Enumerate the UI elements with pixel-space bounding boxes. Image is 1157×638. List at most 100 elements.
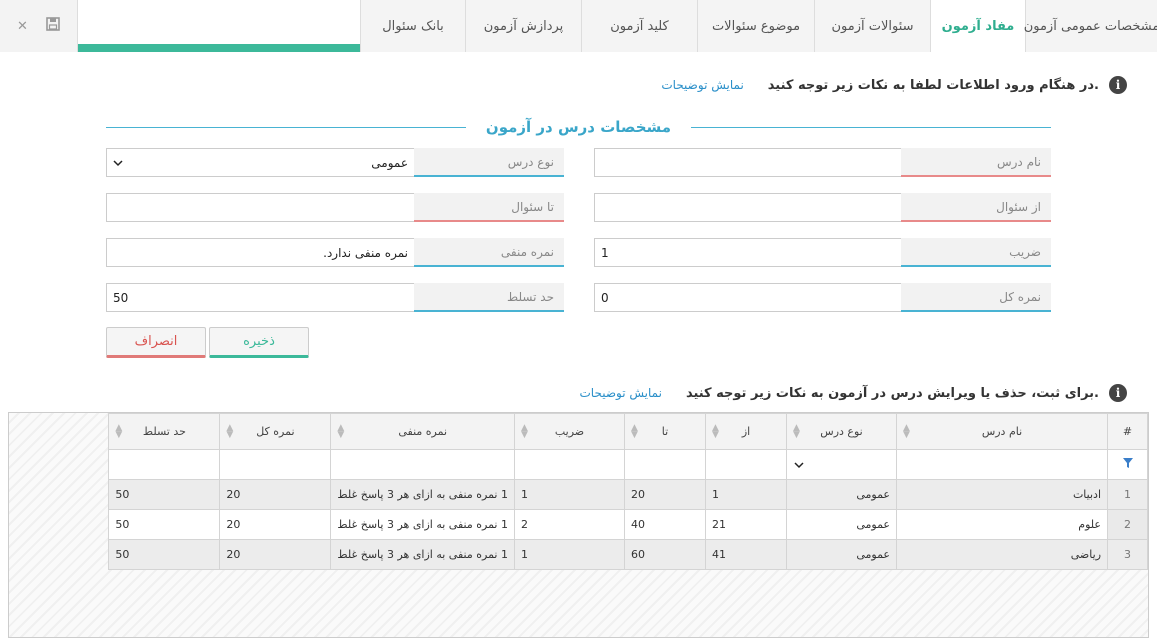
table-cell: 50 xyxy=(108,479,221,510)
to-question-label: تا سئوال xyxy=(414,193,564,222)
total-mark-input[interactable]: 0 xyxy=(594,283,901,312)
column-header[interactable]: نوع درس ▲ ▼ xyxy=(786,413,897,450)
show-description-link[interactable]: نمایش توضیحات xyxy=(661,78,743,92)
tab-4[interactable]: موضوع سئوالات xyxy=(697,0,814,52)
course-type-field: نوع درس عمومی xyxy=(106,148,564,177)
info-text: در هنگام ورود اطلاعات لطفا به نکات زیر ت… xyxy=(767,77,1099,93)
tab-7[interactable]: بانک سئوال xyxy=(360,0,465,52)
table-cell: 1 xyxy=(514,539,625,570)
table-row[interactable]: 3 ریاضی عمومی 41 60 1 1 نمره منفی به ازای هر 3… xyxy=(108,539,1148,570)
to-question-input[interactable] xyxy=(106,193,414,222)
course-name-input[interactable] xyxy=(594,148,901,177)
info-icon: i xyxy=(1109,76,1127,94)
page: ✕ مشخصات عمومی آزمون مفاد آزمون سئوالات آز… xyxy=(0,0,1157,638)
table-cell: 1 نمره منفی به ازای هر 3 پاسخ غلط xyxy=(330,509,515,540)
table-cell: 20 xyxy=(219,539,332,570)
filter-icon[interactable] xyxy=(1107,449,1148,480)
mastery-input[interactable]: 50 xyxy=(106,283,414,312)
section-header: مشخصات درس در آزمون xyxy=(106,115,1051,139)
negative-mark-input[interactable]: نمره منفی ندارد. xyxy=(106,238,414,267)
table-cell: 20 xyxy=(624,479,706,510)
negative-mark-field: نمره منفی نمره منفی ندارد. xyxy=(106,238,564,267)
sort-icon[interactable]: ▲ ▼ xyxy=(793,424,800,440)
sort-icon[interactable]: ▲ ▼ xyxy=(903,424,910,440)
table-header-row: # نام درس ▲ ▼ نوع درس ▲ ▼ از ▲ ▼ تا ▲ ▼ ضریب ▲ ▼ نم… xyxy=(108,413,1148,450)
tab-5[interactable]: کلید آزمون xyxy=(581,0,697,52)
tab-2[interactable]: مفاد آزمون xyxy=(930,0,1025,52)
column-header-label: # xyxy=(1122,425,1133,438)
filter-input[interactable] xyxy=(896,449,1108,480)
filter-row xyxy=(108,449,1148,480)
tab-6[interactable]: پردازش آزمون xyxy=(465,0,581,52)
column-header[interactable]: نمره منفی ▲ ▼ xyxy=(330,413,515,450)
column-header[interactable]: # xyxy=(1107,413,1148,450)
filter-input[interactable] xyxy=(219,449,332,480)
column-header-label: تا xyxy=(661,425,669,438)
close-icon[interactable]: ✕ xyxy=(17,19,28,34)
tab-1[interactable]: مشخصات عمومی آزمون xyxy=(1024,0,1157,52)
sort-icon[interactable]: ▲ ▼ xyxy=(521,424,528,440)
negative-mark-label: نمره منفی xyxy=(414,238,564,267)
filter-input[interactable] xyxy=(624,449,706,480)
column-header-label: نوع درس xyxy=(820,425,863,438)
save-button[interactable]: ذخیره xyxy=(209,327,309,358)
total-mark-label: نمره کل xyxy=(901,283,1051,312)
column-header-label: نمره منفی xyxy=(398,425,448,438)
table-cell: 2 xyxy=(1107,509,1148,540)
column-header[interactable]: از ▲ ▼ xyxy=(705,413,787,450)
tab-bar: ✕ مشخصات عمومی آزمون مفاد آزمون سئوالات آز… xyxy=(0,0,1157,52)
coefficient-input[interactable]: 1 xyxy=(594,238,901,267)
table-row[interactable]: 1 ادبیات عمومی 1 20 1 1 نمره منفی به ازای هر 3… xyxy=(108,479,1148,510)
sort-icon[interactable]: ▲ ▼ xyxy=(115,424,122,440)
filter-input[interactable] xyxy=(705,449,787,480)
table-cell: عمومی xyxy=(786,479,897,510)
filter-input[interactable] xyxy=(514,449,625,480)
section-divider xyxy=(691,126,1051,128)
table-cell: 21 xyxy=(705,509,787,540)
info-row-grid: i برای ثبت، حذف یا ویرایش درس در آزمون ب… xyxy=(580,384,1127,402)
sort-icon[interactable]: ▲ ▼ xyxy=(712,424,719,440)
section-title: مشخصات درس در آزمون xyxy=(485,118,672,136)
column-header[interactable]: ضریب ▲ ▼ xyxy=(514,413,625,450)
tab-list: مشخصات عمومی آزمون مفاد آزمون سئوالات آزمو… xyxy=(360,0,1157,52)
sort-icon[interactable]: ▲ ▼ xyxy=(226,424,233,440)
column-header[interactable]: تا ▲ ▼ xyxy=(624,413,706,450)
info-icon: i xyxy=(1109,384,1127,402)
table-cell: 40 xyxy=(624,509,706,540)
table-cell: 20 xyxy=(219,479,332,510)
column-header[interactable]: نام درس ▲ ▼ xyxy=(896,413,1108,450)
table-cell: 3 xyxy=(1107,539,1148,570)
table-cell: 20 xyxy=(219,509,332,540)
course-type-select[interactable]: عمومی xyxy=(106,148,414,177)
filter-input[interactable] xyxy=(330,449,515,480)
mastery-label: حد تسلط xyxy=(414,283,564,312)
table-cell: 2 xyxy=(514,509,625,540)
course-type-label: نوع درس xyxy=(414,148,564,177)
table-cell: عمومی xyxy=(786,539,897,570)
column-header[interactable]: حد تسلط ▲ ▼ xyxy=(108,413,221,450)
course-name-label: نام درس xyxy=(901,148,1051,177)
filter-select-course-type[interactable] xyxy=(786,449,897,480)
table-cell: ادبیات xyxy=(896,479,1108,510)
column-header[interactable]: نمره کل ▲ ▼ xyxy=(219,413,332,450)
table-cell: 1 نمره منفی به ازای هر 3 پاسخ غلط xyxy=(330,479,515,510)
filter-input[interactable] xyxy=(108,449,221,480)
table-cell: 1 xyxy=(1107,479,1148,510)
table-cell: 50 xyxy=(108,509,221,540)
coefficient-label: ضریب xyxy=(901,238,1051,267)
mastery-field: حد تسلط 50 xyxy=(106,283,564,312)
show-description-link[interactable]: نمایش توضیحات xyxy=(580,386,662,400)
column-header-label: ضریب xyxy=(554,425,585,438)
save-icon[interactable] xyxy=(46,17,60,35)
sort-icon[interactable]: ▲ ▼ xyxy=(337,424,344,440)
table-row[interactable]: 2 علوم عمومی 21 40 2 1 نمره منفی به ازای هر 3 … xyxy=(108,509,1148,540)
sort-icon[interactable]: ▲ ▼ xyxy=(631,424,638,440)
table-cell: ریاضی xyxy=(896,539,1108,570)
from-question-input[interactable] xyxy=(594,193,901,222)
column-header-label: نمره کل xyxy=(256,425,295,438)
table-cell: 41 xyxy=(705,539,787,570)
table-cell: 50 xyxy=(108,539,221,570)
tab-3[interactable]: سئوالات آزمون xyxy=(814,0,930,52)
cancel-button[interactable]: انصراف xyxy=(106,327,206,358)
info-row-top: i در هنگام ورود اطلاعات لطفا به نکات زیر… xyxy=(661,76,1127,94)
